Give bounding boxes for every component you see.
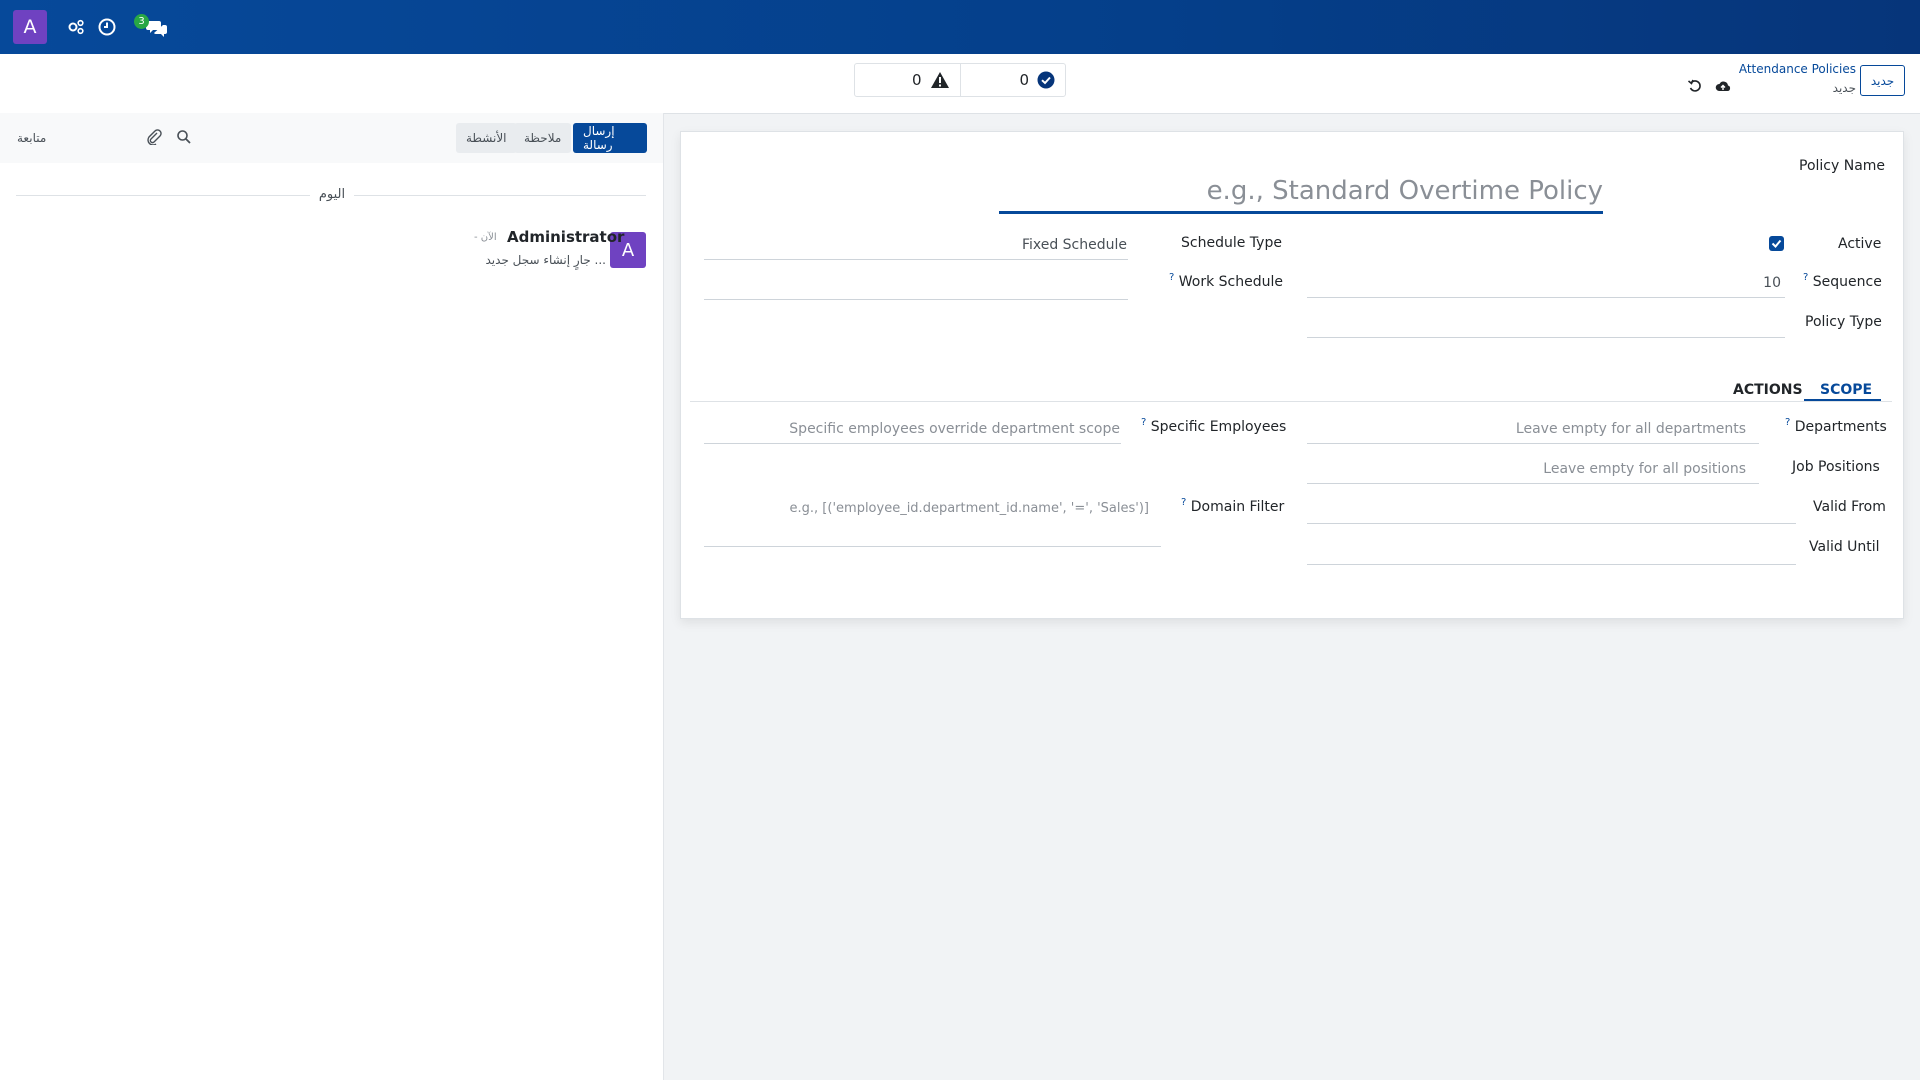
active-checkbox[interactable] — [1769, 236, 1784, 251]
chatter-topbar: إرسال رسالة ملاحظة الأنشطة متابعة — [0, 113, 663, 163]
chatter-panel: إرسال رسالة ملاحظة الأنشطة متابعة اليوم … — [0, 113, 664, 1080]
control-panel: 0 0 Attendance Policies جديد جديد — [0, 54, 1920, 114]
domain-filter-underline — [704, 546, 1161, 547]
domain-filter-label: ? Domain Filter — [1181, 497, 1285, 515]
sequence-label: ? Sequence — [1803, 272, 1882, 290]
valid-until-label: Valid Until — [1809, 539, 1880, 555]
stat-warning[interactable]: 0 — [855, 64, 960, 96]
search-icon[interactable] — [176, 129, 192, 145]
specific-employees-label-text: Specific Employees — [1150, 419, 1287, 435]
schedule-type-label: Schedule Type — [1181, 235, 1282, 251]
specific-employees-label: ? Specific Employees — [1141, 417, 1287, 435]
domain-filter-input[interactable]: e.g., [('employee_id.department_id.name'… — [721, 501, 1149, 516]
follow-button[interactable]: متابعة — [17, 131, 46, 145]
valid-from-label: Valid From — [1813, 499, 1886, 515]
policy-name-underline — [999, 211, 1603, 214]
policy-type-field[interactable] — [1307, 337, 1785, 338]
help-icon[interactable]: ? — [1181, 497, 1186, 508]
warning-icon — [930, 72, 949, 88]
discard-icon[interactable] — [1687, 78, 1703, 94]
departments-underline — [1307, 443, 1759, 444]
departments-label-text: Departments — [1794, 419, 1887, 435]
work-schedule-label-text: Work Schedule — [1178, 274, 1283, 290]
stat-success[interactable]: 0 — [959, 64, 1066, 96]
tab-actions[interactable]: ACTIONS — [1733, 382, 1803, 398]
sequence-label-text: Sequence — [1812, 274, 1882, 290]
active-label: Active — [1838, 236, 1882, 252]
policy-type-label: Policy Type — [1805, 314, 1882, 330]
departments-label: ? Departments — [1785, 417, 1887, 435]
sequence-input[interactable]: 10 — [1681, 275, 1781, 291]
job-positions-underline — [1307, 483, 1759, 484]
stat-success-count: 0 — [1019, 71, 1029, 89]
check-circle-icon — [1037, 71, 1055, 89]
specific-employees-input[interactable]: Specific employees override department s… — [721, 421, 1120, 437]
cloud-upload-icon[interactable] — [1715, 78, 1731, 94]
sequence-underline — [1307, 297, 1785, 298]
work-schedule-label: ? Work Schedule — [1169, 272, 1283, 290]
policy-name-input[interactable]: e.g., Standard Overtime Policy — [997, 176, 1603, 206]
check-icon — [1771, 239, 1782, 248]
schedule-type-underline — [704, 259, 1128, 260]
chat-icon[interactable] — [146, 17, 168, 37]
work-schedule-field[interactable] — [704, 299, 1128, 300]
tabs-border — [690, 401, 1892, 402]
form-sheet: Policy Name e.g., Standard Overtime Poli… — [680, 131, 1904, 619]
job-positions-label: Job Positions — [1792, 459, 1880, 475]
breadcrumb-title[interactable]: Attendance Policies — [1730, 62, 1856, 76]
activities-button[interactable]: الأنشطة — [456, 123, 517, 153]
valid-from-field[interactable] — [1307, 523, 1796, 524]
top-navbar: A 3 — [0, 0, 1920, 54]
valid-until-field[interactable] — [1307, 564, 1796, 565]
help-icon[interactable]: ? — [1785, 417, 1790, 428]
departments-input[interactable]: Leave empty for all departments — [1341, 421, 1746, 437]
help-icon[interactable]: ? — [1141, 417, 1146, 428]
clock-icon[interactable] — [97, 17, 117, 37]
stat-buttons: 0 0 — [854, 63, 1066, 97]
specific-employees-underline — [704, 443, 1121, 444]
tab-scope[interactable]: SCOPE — [1820, 382, 1872, 398]
stat-warning-count: 0 — [911, 71, 922, 89]
chat-badge: 3 — [134, 14, 149, 29]
log-note-button[interactable]: ملاحظة — [514, 123, 572, 153]
user-avatar[interactable]: A — [13, 10, 47, 44]
gears-icon[interactable] — [66, 17, 86, 37]
policy-name-label: Policy Name — [1799, 158, 1886, 174]
new-button[interactable]: جديد — [1860, 65, 1905, 96]
domain-filter-label-text: Domain Filter — [1190, 499, 1285, 515]
day-label: اليوم — [310, 187, 354, 202]
paperclip-icon[interactable] — [146, 129, 162, 145]
help-icon[interactable]: ? — [1169, 272, 1174, 283]
message-date: - الآن — [474, 232, 497, 243]
send-message-button[interactable]: إرسال رسالة — [573, 123, 647, 153]
message-author: Administrator — [507, 228, 625, 246]
message-body: جارٍ إنشاء سجل جديد ... — [485, 253, 607, 267]
job-positions-input[interactable]: Leave empty for all positions — [1341, 461, 1746, 477]
help-icon[interactable]: ? — [1803, 272, 1808, 283]
schedule-type-select[interactable]: Fixed Schedule — [921, 237, 1127, 253]
breadcrumb-current: جديد — [1832, 81, 1856, 95]
